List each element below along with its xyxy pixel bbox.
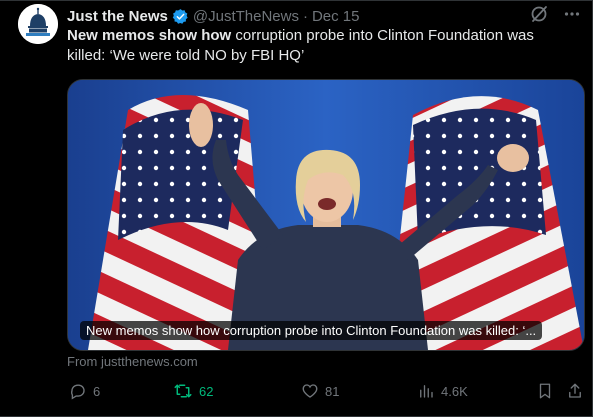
views-count: 4.6K bbox=[441, 383, 468, 399]
heart-icon bbox=[301, 382, 319, 400]
more-options-icon[interactable] bbox=[563, 5, 581, 28]
author-avatar[interactable] bbox=[18, 4, 58, 44]
post-header: Just the News @JustTheNews · Dec 15 bbox=[67, 4, 581, 29]
reply-icon bbox=[69, 382, 87, 400]
link-card[interactable]: New memos show how corruption probe into… bbox=[67, 79, 585, 351]
like-button[interactable]: 81 bbox=[301, 382, 339, 400]
share-button[interactable] bbox=[567, 382, 583, 400]
card-source[interactable]: From justthenews.com bbox=[67, 354, 198, 369]
header-separator: · bbox=[302, 7, 308, 25]
post-text-bold: New memos show how bbox=[67, 27, 232, 44]
article-photo bbox=[68, 80, 584, 350]
share-icon bbox=[567, 382, 583, 400]
bookmark-button[interactable] bbox=[537, 382, 553, 400]
repost-button[interactable]: 62 bbox=[173, 382, 213, 400]
analytics-icon bbox=[417, 382, 435, 400]
views-button[interactable]: 4.6K bbox=[417, 382, 468, 400]
post-date[interactable]: Dec 15 bbox=[312, 8, 360, 25]
verified-badge-icon bbox=[172, 8, 189, 25]
card-caption: New memos show how corruption probe into… bbox=[80, 321, 543, 340]
post-text: New memos show how corruption probe into… bbox=[67, 26, 567, 66]
reply-count: 6 bbox=[93, 383, 101, 399]
capitol-dome-logo bbox=[18, 4, 58, 44]
top-divider bbox=[0, 0, 593, 1]
grok-icon[interactable] bbox=[529, 4, 549, 29]
post-actions: 6 62 81 4.6K bbox=[67, 382, 583, 404]
repost-icon bbox=[173, 382, 193, 400]
reply-button[interactable]: 6 bbox=[69, 382, 100, 400]
repost-count: 62 bbox=[199, 383, 214, 399]
author-name[interactable]: Just the News bbox=[67, 8, 168, 25]
like-count: 81 bbox=[325, 383, 340, 399]
author-handle[interactable]: @JustTheNews bbox=[193, 8, 299, 25]
bookmark-icon bbox=[537, 382, 553, 400]
